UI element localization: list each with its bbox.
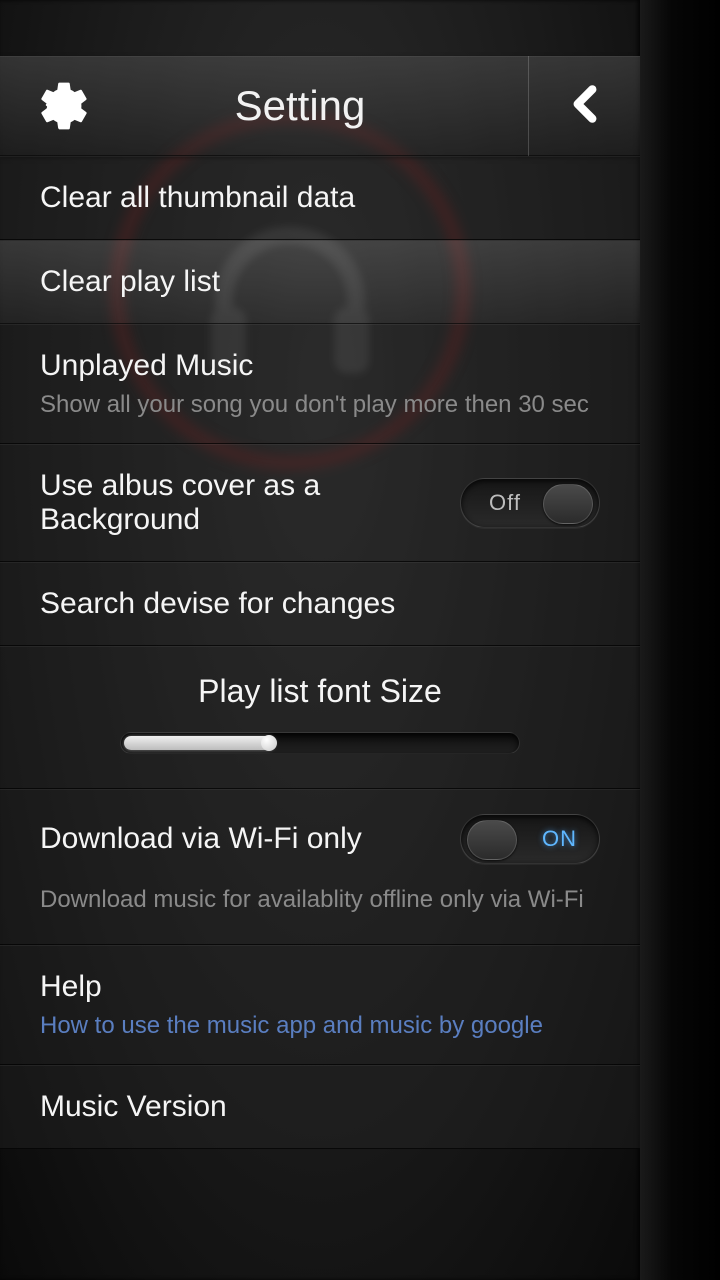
right-vignette <box>640 0 720 1280</box>
toggle-state-label: Off <box>489 490 521 516</box>
slider-fill <box>124 736 275 750</box>
chevron-left-icon <box>563 82 607 131</box>
row-label: Help <box>40 970 600 1004</box>
row-label: Clear all thumbnail data <box>40 181 600 215</box>
row-subtext: Show all your song you don't play more t… <box>40 391 600 419</box>
row-label: Music Version <box>40 1090 600 1124</box>
unplayed-music-row[interactable]: Unplayed Music Show all your song you do… <box>0 324 640 444</box>
music-version-row[interactable]: Music Version <box>0 1065 640 1149</box>
album-cover-background-row[interactable]: Use albus cover as a Background Off <box>0 444 640 562</box>
row-label: Unplayed Music <box>40 349 600 383</box>
row-label: Clear play list <box>40 265 600 299</box>
row-label: Play list font Size <box>40 673 600 710</box>
back-button[interactable] <box>528 56 640 156</box>
settings-screen: Setting Clear all thumbnail data Clear p… <box>0 0 640 1280</box>
header-bar: Setting <box>0 56 640 156</box>
search-device-row[interactable]: Search devise for changes <box>0 562 640 646</box>
row-label: Search devise for changes <box>40 587 600 621</box>
page-title: Setting <box>72 82 528 130</box>
download-wifi-row[interactable]: Download via Wi-Fi only ON Download musi… <box>0 789 640 945</box>
help-row[interactable]: Help How to use the music app and music … <box>0 945 640 1065</box>
playlist-font-size-row: Play list font Size <box>0 646 640 789</box>
row-label: Download via Wi-Fi only <box>40 822 362 856</box>
row-subtext: How to use the music app and music by go… <box>40 1012 600 1040</box>
row-label: Use albus cover as a Background <box>40 469 440 537</box>
toggle-state-label: ON <box>542 826 577 852</box>
clear-playlist-row[interactable]: Clear play list <box>0 240 640 324</box>
wifi-only-toggle[interactable]: ON <box>460 814 600 864</box>
album-cover-toggle[interactable]: Off <box>460 478 600 528</box>
clear-thumbnail-row[interactable]: Clear all thumbnail data <box>0 156 640 240</box>
row-subtext: Download music for availablity offline o… <box>40 886 600 914</box>
font-size-slider[interactable] <box>120 732 520 754</box>
